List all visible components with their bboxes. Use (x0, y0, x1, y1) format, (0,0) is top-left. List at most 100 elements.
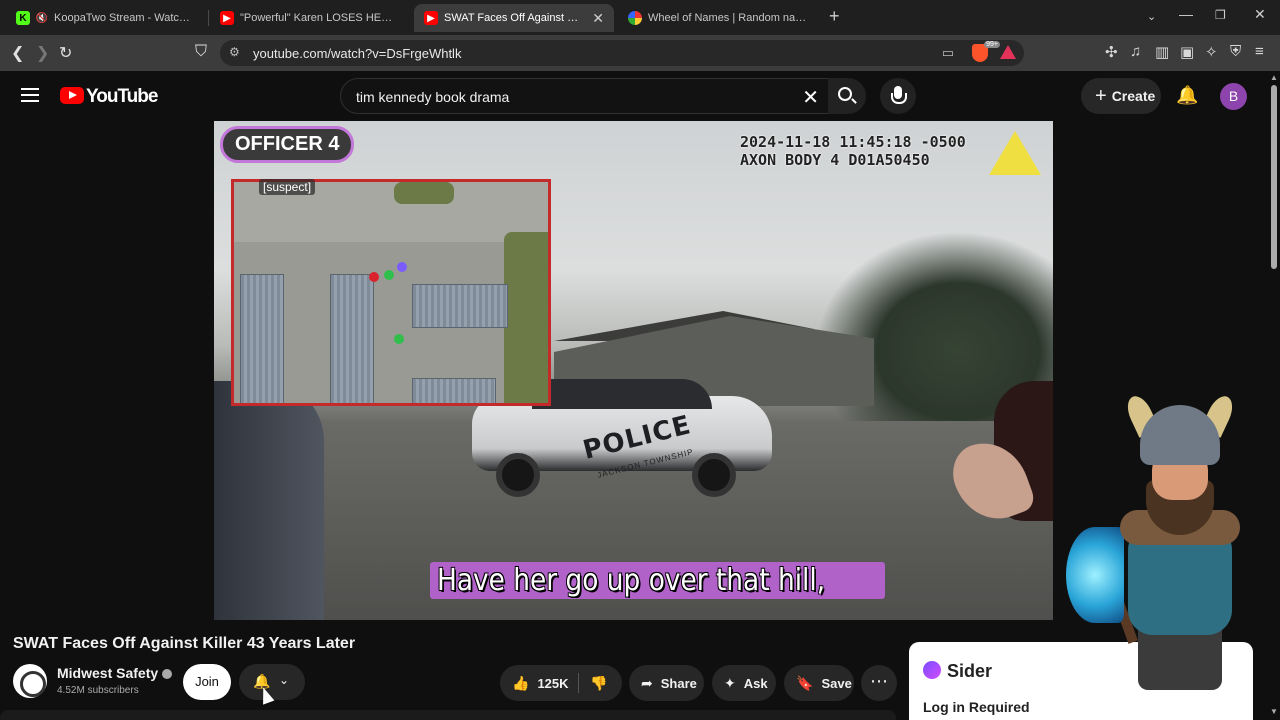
map-building (240, 274, 284, 403)
youtube-icon: ▶ (220, 11, 234, 25)
map-suspect-label: [suspect] (259, 179, 316, 195)
bookmark-icon[interactable]: ⛉ (195, 43, 207, 61)
tab-title: SWAT Faces Off Against Killer (444, 12, 585, 24)
tab-title: KoopaTwo Stream - Watch Live o (54, 12, 196, 24)
map-unit-marker (394, 334, 404, 344)
axon-logo-icon (989, 131, 1041, 175)
search-button[interactable] (828, 78, 866, 114)
cast-icon[interactable]: ▭ (942, 45, 954, 61)
map-building (330, 274, 374, 403)
leo-ai-icon[interactable]: ✧ (1205, 43, 1218, 61)
save-label: Save (821, 675, 852, 691)
closed-caption: Have her go up over that hill, (430, 562, 886, 599)
site-settings-icon[interactable]: ⚙ (229, 45, 240, 59)
tab-list-chevron-icon[interactable]: ⌄ (1147, 10, 1156, 23)
tab-swat-video[interactable]: ▶ SWAT Faces Off Against Killer ✕ (414, 4, 614, 32)
account-avatar[interactable]: B (1220, 83, 1247, 110)
like-dislike-group: 👍 125K 👎 (500, 665, 622, 701)
clear-search-icon[interactable]: ✕ (802, 85, 819, 110)
youtube-logo-icon[interactable] (60, 87, 84, 104)
sider-login-required[interactable]: Log in Required (923, 699, 1030, 715)
close-window-button[interactable]: ✕ (1254, 6, 1266, 23)
share-label: Share (660, 675, 697, 691)
map-building (412, 378, 496, 403)
map-building (412, 284, 508, 328)
shields-badge: 99+ (984, 41, 1000, 48)
voice-search-icon[interactable] (880, 78, 916, 114)
minimize-button[interactable]: — (1179, 6, 1193, 22)
tab-separator (208, 10, 209, 26)
viking-axe-icon (1066, 527, 1124, 623)
guide-menu-icon[interactable] (21, 88, 39, 102)
ask-button[interactable]: ✦ Ask (712, 665, 776, 701)
browser-tab-bar: K 🔇 KoopaTwo Stream - Watch Live o ▶ "Po… (0, 0, 1280, 35)
search-query: tim kennedy book drama (356, 89, 510, 105)
media-controls-icon[interactable]: ♫ (1130, 43, 1141, 60)
car-wheel (496, 453, 540, 497)
reload-icon[interactable]: ↻ (59, 43, 72, 63)
aerial-map-inset (231, 179, 551, 406)
forward-icon[interactable]: ❯ (36, 43, 49, 63)
dislike-icon[interactable]: 👎 (590, 675, 607, 692)
share-button[interactable]: ➦ Share (629, 665, 704, 701)
tab-wheel-of-names[interactable]: Wheel of Names | Random name pic (618, 4, 818, 32)
map-grass (394, 182, 454, 204)
caption-text: Have her go up over that hill, (437, 563, 826, 598)
menu-icon[interactable]: ≡ (1255, 43, 1264, 60)
wheel-icon (628, 11, 642, 25)
muted-speaker-icon[interactable]: 🔇 (36, 11, 48, 25)
search-icon (838, 87, 852, 101)
channel-avatar[interactable] (13, 664, 47, 698)
brave-rewards-icon[interactable] (1000, 45, 1016, 59)
tab-koopatwo[interactable]: K 🔇 KoopaTwo Stream - Watch Live o (6, 4, 206, 32)
browser-nav-bar: ❮ ❯ ↻ ⛉ ⚙ youtube.com/watch?v=DsFrgeWhtl… (0, 35, 1280, 71)
map-unit-marker (397, 262, 407, 272)
subscriber-count: 4.52M subscribers (57, 685, 139, 696)
video-player[interactable]: POLICE JACKSON TOWNSHIP OFFICER 4 2024-1… (214, 121, 1053, 620)
save-button[interactable]: 🔖 Save (784, 665, 854, 701)
tab-karen-video[interactable]: ▶ "Powerful" Karen LOSES HER MIND V (210, 4, 410, 32)
map-grass (504, 232, 548, 403)
sidebar-icon[interactable]: ▥ (1155, 43, 1169, 61)
like-divider (578, 673, 579, 693)
car-wheel (692, 453, 736, 497)
like-count[interactable]: 125K (537, 676, 568, 691)
more-actions-icon[interactable]: ⋯ (861, 665, 897, 701)
youtube-header: YouTube tim kennedy book drama ✕ + Creat… (0, 71, 1280, 121)
like-icon[interactable]: 👍 (512, 675, 529, 692)
ask-label: Ask (743, 675, 768, 691)
search-input[interactable]: tim kennedy book drama ✕ (340, 78, 830, 114)
address-bar[interactable]: ⚙ youtube.com/watch?v=DsFrgeWhtlk ▭ 99+ (220, 40, 1024, 66)
save-bookmark-icon: 🔖 (796, 674, 814, 691)
notifications-icon[interactable]: 🔔 (1176, 85, 1198, 106)
channel-name[interactable]: Midwest Safety (57, 665, 173, 681)
youtube-icon: ▶ (424, 11, 438, 25)
description-box-edge (0, 710, 896, 720)
close-tab-icon[interactable]: ✕ (584, 10, 604, 27)
tab-title: "Powerful" Karen LOSES HER MIND V (240, 12, 400, 24)
plus-icon: + (1095, 84, 1107, 107)
join-button[interactable]: Join (183, 664, 231, 700)
restore-button[interactable]: ❐ (1215, 8, 1226, 22)
bodycam-device-id: AXON BODY 4 D01A50450 (740, 151, 930, 169)
wallet-icon[interactable]: ▣ (1180, 43, 1194, 61)
scroll-down-icon[interactable]: ▼ (1270, 707, 1278, 716)
sparkle-icon: ✦ (724, 674, 736, 691)
scroll-up-icon[interactable]: ▲ (1270, 73, 1278, 82)
create-button[interactable]: + Create (1081, 78, 1161, 114)
extensions-icon[interactable]: ✣ (1105, 43, 1118, 61)
back-icon[interactable]: ❮ (11, 43, 24, 63)
scrollbar-thumb[interactable] (1271, 85, 1277, 269)
car-window (532, 379, 712, 409)
viking-mascot-overlay (1060, 392, 1270, 695)
video-officer-body (214, 381, 324, 620)
vpn-icon[interactable]: ⛨ (1230, 43, 1241, 60)
tab-title: Wheel of Names | Random name pic (648, 12, 808, 24)
sider-logo-icon (923, 661, 941, 679)
channel-name-text: Midwest Safety (57, 665, 159, 681)
page-scrollbar[interactable]: ▲ ▼ (1268, 71, 1280, 720)
share-icon: ➦ (641, 674, 653, 691)
youtube-logo-text[interactable]: YouTube (86, 86, 158, 108)
sider-title: Sider (947, 661, 993, 681)
new-tab-button[interactable]: + (829, 6, 840, 27)
